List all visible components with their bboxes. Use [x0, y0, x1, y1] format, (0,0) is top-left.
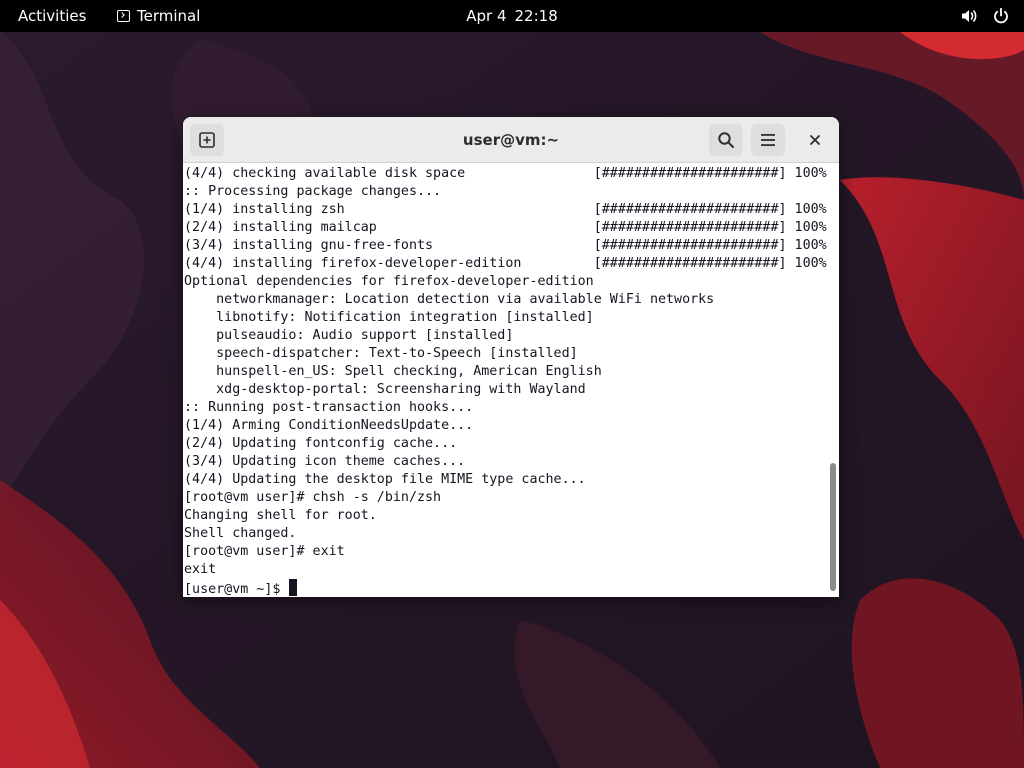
search-button[interactable] [709, 124, 743, 156]
terminal-line: (2/4) installing mailcap [##############… [184, 220, 827, 235]
terminal-line: networkmanager: Location detection via a… [184, 292, 715, 307]
terminal-line: :: Processing package changes... [184, 184, 442, 199]
terminal-line: hunspell-en_US: Spell checking, American… [184, 364, 602, 379]
terminal-window[interactable]: user@vm:~ (4/4) checking available disk … [183, 117, 839, 597]
terminal-line: xdg-desktop-portal: Screensharing with W… [184, 382, 586, 397]
terminal-line: [root@vm user]# chsh -s /bin/zsh [184, 490, 442, 505]
terminal-output-area[interactable]: (4/4) checking available disk space [###… [183, 163, 839, 597]
search-icon [718, 132, 734, 148]
terminal-line: (4/4) checking available disk space [###… [184, 166, 827, 181]
new-tab-button[interactable] [190, 124, 224, 156]
terminal-line: (3/4) installing gnu-free-fonts [#######… [184, 238, 827, 253]
volume-icon [962, 10, 977, 22]
terminal-line: (4/4) installing firefox-developer-editi… [184, 256, 827, 271]
close-icon [810, 135, 820, 145]
terminal-text: (4/4) checking available disk space [###… [184, 165, 827, 597]
terminal-line: pulseaudio: Audio support [installed] [184, 328, 514, 343]
terminal-line: exit [184, 562, 217, 577]
main-menu-button[interactable] [751, 124, 785, 156]
terminal-line: (2/4) Updating fontconfig cache... [184, 436, 458, 451]
system-menu-button[interactable] [960, 0, 1010, 32]
shell-prompt: [user@vm ~]$ [184, 582, 289, 597]
top-bar: Activities Terminal Apr 4 22:18 [0, 0, 1024, 32]
hamburger-menu-icon [761, 134, 775, 146]
terminal-line: speech-dispatcher: Text-to-Speech [insta… [184, 346, 578, 361]
close-window-button[interactable] [801, 126, 829, 154]
window-headerbar[interactable]: user@vm:~ [183, 117, 839, 163]
terminal-line: (1/4) Arming ConditionNeedsUpdate... [184, 418, 474, 433]
terminal-line: [root@vm user]# exit [184, 544, 345, 559]
clock-button[interactable]: Apr 4 22:18 [0, 0, 1024, 32]
terminal-prompt-line[interactable]: [user@vm ~]$ [184, 579, 824, 597]
terminal-line: (1/4) installing zsh [##################… [184, 202, 827, 217]
terminal-line: :: Running post-transaction hooks... [184, 400, 474, 415]
clock-time: 22:18 [514, 7, 558, 25]
terminal-line: Changing shell for root. [184, 508, 377, 523]
terminal-line: (4/4) Updating the desktop file MIME typ… [184, 472, 586, 487]
terminal-line: Optional dependencies for firefox-develo… [184, 274, 594, 289]
new-tab-icon [199, 132, 215, 148]
power-icon [994, 7, 1008, 24]
clock-date: Apr 4 [466, 7, 507, 25]
terminal-line: (3/4) Updating icon theme caches... [184, 454, 466, 469]
terminal-line: Shell changed. [184, 526, 297, 541]
terminal-scrollbar[interactable] [830, 463, 836, 591]
text-cursor [289, 579, 298, 596]
terminal-line: libnotify: Notification integration [ins… [184, 310, 594, 325]
